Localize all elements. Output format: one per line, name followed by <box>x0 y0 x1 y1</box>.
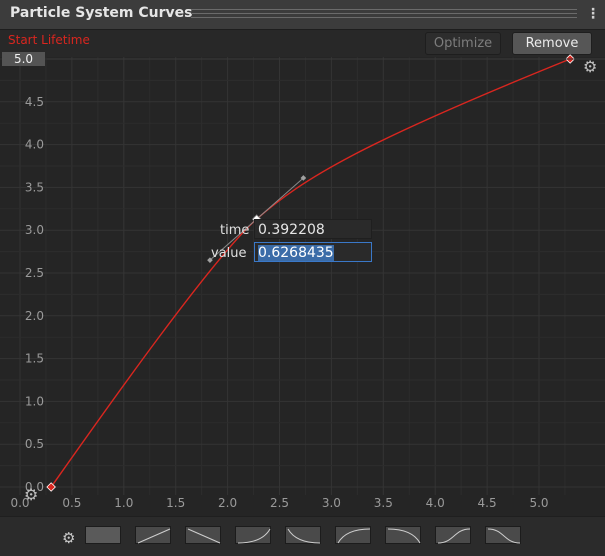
preset-ease-out-falling[interactable] <box>285 526 321 544</box>
preset-curve-icon <box>437 528 471 544</box>
y-tick-label: 4.0 <box>25 138 44 152</box>
preset-curve-icon <box>86 527 122 545</box>
preset-curve-path <box>187 528 221 544</box>
y-tick-label: 2.5 <box>25 266 44 280</box>
preset-curve-path <box>387 528 421 544</box>
x-tick-label: 0.5 <box>62 496 81 510</box>
preset-bar: ⚙ <box>0 516 605 556</box>
y-tick-label: 1.0 <box>25 394 44 408</box>
gear-icon[interactable]: ⚙ <box>583 58 601 76</box>
y-tick-label: 2.0 <box>25 309 44 323</box>
x-tick-label: 5.0 <box>529 496 548 510</box>
preset-curve-icon <box>337 528 371 544</box>
y-tick-label: 4.5 <box>25 95 44 109</box>
time-label: time <box>220 223 250 238</box>
preset-curve-path <box>287 528 321 544</box>
y-tick-label: 0.5 <box>25 437 44 451</box>
value-label: value <box>211 246 247 261</box>
preset-flat[interactable] <box>85 526 121 544</box>
preset-curve-path <box>237 528 271 544</box>
curve-max-value[interactable]: 5.0 <box>2 52 45 66</box>
x-tick-label: 4.5 <box>478 496 497 510</box>
preset-curve-icon <box>287 528 321 544</box>
preset-curve-icon <box>237 528 271 544</box>
x-tick-label: 4.0 <box>426 496 445 510</box>
y-tick-label: 3.5 <box>25 180 44 194</box>
preset-curve-icon <box>187 528 221 544</box>
x-tick-label: 2.5 <box>270 496 289 510</box>
y-tick-label: 3.0 <box>25 223 44 237</box>
gear-icon[interactable]: ⚙ <box>24 486 42 504</box>
value-field[interactable]: 0.6268435 <box>254 242 372 262</box>
preset-curve-icon <box>387 528 421 544</box>
preset-ease-in-out-falling[interactable] <box>485 526 521 544</box>
preset-ease-in[interactable] <box>235 526 271 544</box>
plot-background <box>0 57 605 516</box>
preset-curve-path <box>437 528 471 544</box>
preset-curve-path <box>487 528 521 544</box>
x-tick-label: 1.0 <box>114 496 133 510</box>
preset-curve-path <box>337 528 371 544</box>
x-tick-label: 3.0 <box>322 496 341 510</box>
gear-icon[interactable]: ⚙ <box>62 529 75 547</box>
preset-curve-icon <box>487 528 521 544</box>
x-tick-label: 3.5 <box>374 496 393 510</box>
preset-ease-in-out[interactable] <box>435 526 471 544</box>
preset-linear-falling[interactable] <box>185 526 221 544</box>
x-tick-label: 2.0 <box>218 496 237 510</box>
x-tick-label: 1.5 <box>166 496 185 510</box>
preset-curve-path <box>137 528 171 544</box>
preset-curve-icon <box>137 528 171 544</box>
value-field-text: 0.6268435 <box>258 245 334 261</box>
preset-ease-in-falling[interactable] <box>385 526 421 544</box>
preset-linear-rising[interactable] <box>135 526 171 544</box>
preset-ease-out[interactable] <box>335 526 371 544</box>
y-tick-label: 1.5 <box>25 352 44 366</box>
time-field[interactable]: 0.392208 <box>254 219 372 239</box>
